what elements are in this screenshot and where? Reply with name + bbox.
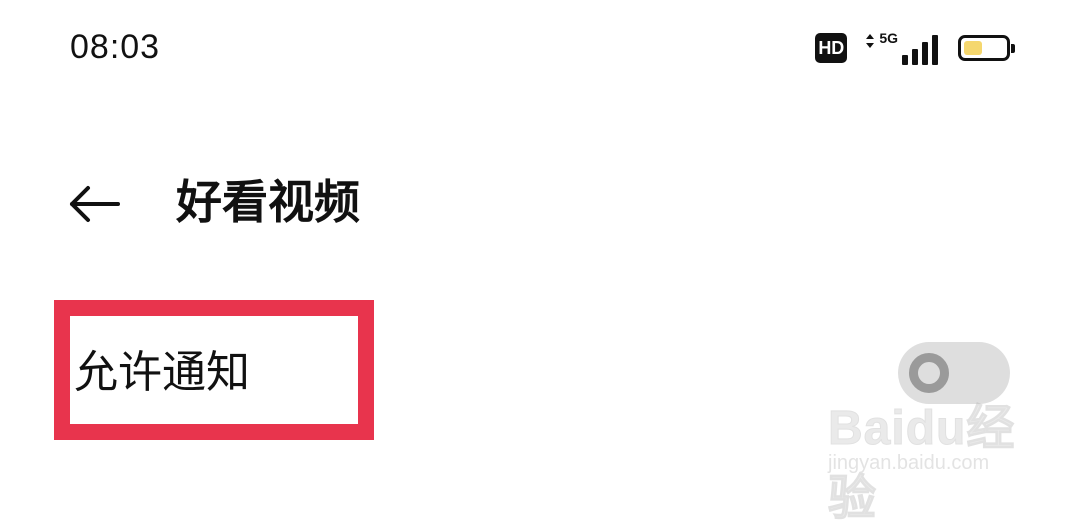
page-title: 好看视频 — [176, 175, 360, 229]
arrow-left-icon — [70, 186, 120, 222]
toggle-knob — [909, 353, 949, 393]
status-icons: HD 5G — [815, 30, 1015, 66]
watermark-url: jingyan.baidu.com — [828, 452, 990, 474]
battery-icon — [958, 35, 1015, 61]
data-arrows-icon — [866, 34, 875, 48]
setting-label: 允许通知 — [74, 347, 250, 398]
status-bar: 08:03 HD 5G — [0, 0, 1080, 96]
back-button[interactable] — [62, 172, 126, 236]
watermark: Baidu经验 jingyan.baidu.com — [828, 388, 1038, 526]
status-time: 08:03 — [70, 28, 161, 66]
network-type-label: 5G — [879, 30, 898, 46]
signal-bars-icon — [902, 35, 938, 65]
hd-badge: HD — [815, 33, 848, 63]
app-header: 好看视频 — [0, 150, 1080, 260]
network-indicator: 5G — [865, 31, 940, 65]
battery-level-fill — [964, 41, 982, 55]
